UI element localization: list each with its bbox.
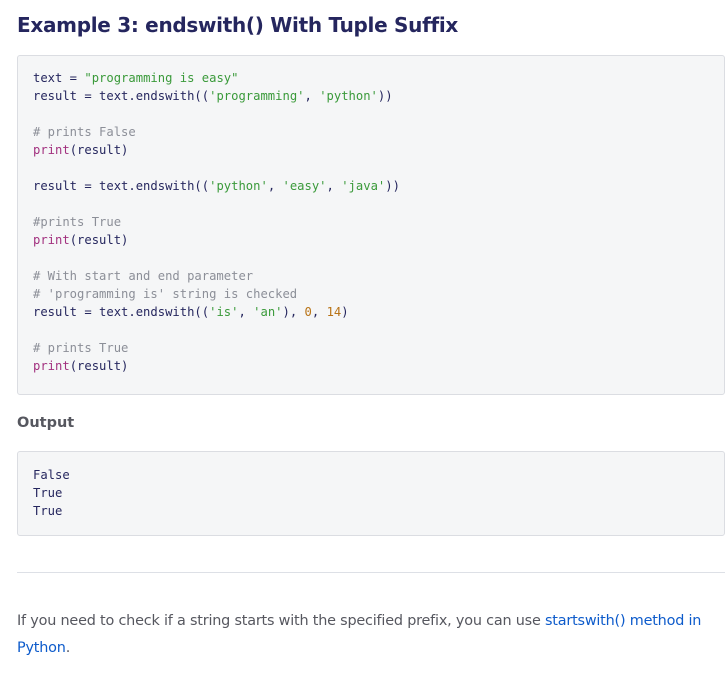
code-line: result = text.endswith(('programming', '… xyxy=(33,87,724,105)
string-token: 'python' xyxy=(319,89,378,103)
code-token: result = text.endswith(( xyxy=(33,305,210,319)
string-token: 'easy' xyxy=(282,179,327,193)
output-line: False xyxy=(33,468,70,482)
number-token: 14 xyxy=(326,305,342,319)
code-token: )) xyxy=(377,89,393,103)
code-token: , xyxy=(304,89,320,103)
comment-token: # prints True xyxy=(33,341,129,355)
comment-token: # 'programming is' string is checked xyxy=(33,287,298,301)
comment-token: # prints False xyxy=(33,125,136,139)
code-token: , xyxy=(326,179,342,193)
code-token: result = text.endswith(( xyxy=(33,89,210,103)
code-line: print(result) xyxy=(33,141,724,159)
output-block[interactable]: False True True xyxy=(17,451,725,536)
string-token: 'python' xyxy=(209,179,268,193)
code-line: # prints True xyxy=(33,339,724,357)
code-token: ) xyxy=(341,305,349,319)
code-line: text = "programming is easy" xyxy=(33,69,724,87)
code-line: #prints True xyxy=(33,213,724,231)
code-line: result = text.endswith(('is', 'an'), 0, … xyxy=(33,303,724,321)
code-line: # With start and end parameter xyxy=(33,267,724,285)
string-token: 'is' xyxy=(209,305,239,319)
section-divider xyxy=(17,572,725,573)
code-token: (result) xyxy=(69,359,129,373)
code-line: # 'programming is' string is checked xyxy=(33,285,724,303)
comment-token: # With start and end parameter xyxy=(33,269,254,283)
code-example[interactable]: text = "programming is easy" result = tex… xyxy=(17,55,725,395)
builtin-token: print xyxy=(33,233,70,247)
paragraph-end: . xyxy=(65,640,71,656)
number-token: 0 xyxy=(304,305,312,319)
code-token: )) xyxy=(385,179,400,193)
code-token: text = xyxy=(33,71,85,85)
output-line: True xyxy=(33,504,63,518)
code-line: result = text.endswith(('python', 'easy'… xyxy=(33,177,724,195)
page-title: Example 3: endswith() With Tuple Suffix xyxy=(17,13,459,37)
code-line: print(result) xyxy=(33,231,724,249)
comment-token: #prints True xyxy=(33,215,122,229)
code-token: (result) xyxy=(69,143,129,157)
string-token: 'an' xyxy=(253,305,283,319)
code-token: , xyxy=(267,179,283,193)
code-token: (result) xyxy=(69,233,129,247)
string-token: 'programming' xyxy=(209,89,305,103)
paragraph-text: If you need to check if a string starts … xyxy=(17,613,545,629)
builtin-token: print xyxy=(33,359,70,373)
code-line: print(result) xyxy=(33,357,724,375)
code-token: result = text.endswith(( xyxy=(33,179,210,193)
string-token: "programming is easy" xyxy=(84,71,239,85)
code-token: ), xyxy=(282,305,305,319)
builtin-token: print xyxy=(33,143,70,157)
related-paragraph: If you need to check if a string starts … xyxy=(17,608,722,662)
code-token: , xyxy=(311,305,327,319)
code-line: # prints False xyxy=(33,123,724,141)
code-token: , xyxy=(238,305,254,319)
string-token: 'java' xyxy=(341,179,386,193)
output-line: True xyxy=(33,486,63,500)
output-heading: Output xyxy=(17,415,75,431)
